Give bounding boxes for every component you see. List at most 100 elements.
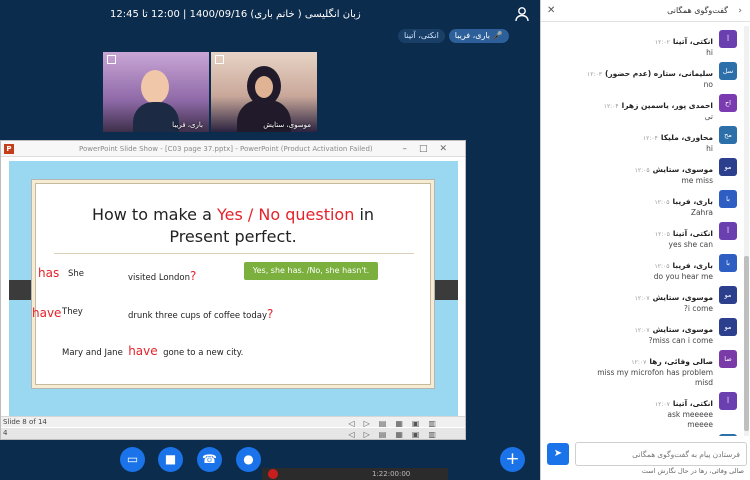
avatar: مو — [719, 158, 737, 176]
avatar: آ — [719, 222, 737, 240]
message-time: ۱۲:۰۷ — [631, 359, 647, 366]
chat-header: ✕ گفت‌وگوی همگانی › — [541, 0, 750, 22]
avatar: آ — [719, 392, 737, 410]
message-text: hi — [706, 48, 713, 57]
chat-message: مح محاوری، ملیکا۱۲:۰۴ hi — [541, 122, 741, 154]
microphone-icon[interactable]: ● — [236, 447, 261, 472]
message-time: ۱۲:۰۴ — [642, 135, 658, 142]
speaker-chip: 🎤 باری، فریبا — [448, 29, 509, 43]
message-text: miss my microfon has problem misd — [597, 368, 713, 387]
avatar: مو — [719, 434, 737, 436]
message-time: ۱۲:۰۵ — [654, 231, 670, 238]
plus-icon[interactable]: + — [500, 447, 525, 472]
avatar: مح — [719, 126, 737, 144]
webcam-strip: باری، فریبا موسوی، ستایش — [103, 52, 317, 132]
message-time: ۱۲:۰۲ — [654, 39, 670, 46]
message-author: احمدی پور، یاسمین زهرا — [621, 101, 713, 110]
camera-icon[interactable]: ■ — [158, 447, 183, 472]
powerpoint-statusbar-2: 4 ◁▷▤▦▣▥ — [1, 428, 465, 439]
close-icon[interactable]: ✕ — [547, 0, 555, 22]
record-icon[interactable] — [268, 469, 278, 479]
example-1-rest: visited London? — [128, 269, 197, 283]
message-text: me miss — [681, 176, 713, 185]
message-time: ۱۲:۰۷ — [654, 401, 670, 408]
webcam-name: باری، فریبا — [172, 121, 203, 129]
chat-scrollbar[interactable] — [744, 26, 749, 436]
session-title: زبان انگلیسی ( خانم باری) 1400/09/16 | 1… — [110, 9, 361, 20]
slide-divider — [54, 253, 414, 254]
message-text: hi — [706, 144, 713, 153]
slide-background: How to make a Yes / No question in Prese… — [9, 161, 458, 416]
message-author: موسوی، ستایش — [652, 325, 713, 334]
message-text: تی — [704, 112, 713, 121]
person-face — [141, 70, 169, 104]
message-time: ۱۲:۰۷ — [634, 295, 650, 302]
message-author: محاوری، ملیکا — [660, 133, 713, 142]
example-1-aux: has — [38, 266, 60, 280]
message-time: ۱۲:۰۳ — [587, 71, 602, 78]
message-author: موسوی، ستایش — [652, 293, 713, 302]
message-author: باری، فریبا — [672, 261, 713, 270]
chat-message: با باری، فریبا۱۲:۰۵ Zahra — [541, 186, 741, 218]
message-author: انکتی، آتینا — [672, 229, 713, 238]
avatar: مو — [719, 318, 737, 336]
example-2-aux: have — [32, 306, 62, 320]
expand-icon[interactable] — [215, 55, 224, 64]
message-text: do you hear me — [653, 272, 713, 281]
message-text: ?miss can i come — [648, 336, 713, 345]
chat-message: مو موسوی، ستایش۱۲:۰۷ ?i come — [541, 282, 741, 314]
message-author: سلیمانی، ستاره (عدم حضور) — [604, 69, 713, 78]
message-time: ۱۲:۰۵ — [654, 263, 670, 270]
chat-message: آ انکتی، آتینا۱۲:۰۷ ask meeeee meeee — [541, 388, 741, 430]
top-bar: زبان انگلیسی ( خانم باری) 1400/09/16 | 1… — [0, 0, 540, 30]
chat-message: مو موسوی، ستایش۱۲:۰۷ ?miss can i come — [541, 314, 741, 346]
webcam-video[interactable]: موسوی، ستایش — [211, 52, 317, 132]
webcam-name: موسوی، ستایش — [263, 121, 311, 129]
message-text: ?i come — [683, 304, 713, 313]
webcam-video[interactable]: باری، فریبا — [103, 52, 209, 132]
chat-message: سل سلیمانی، ستاره (عدم حضور)۱۲:۰۳ no — [541, 58, 741, 90]
message-time: ۱۲:۰۵ — [654, 199, 670, 206]
user-icon[interactable] — [514, 6, 530, 22]
chat-message: آ انکتی، آتینا۱۲:۰۵ yes she can — [541, 218, 741, 250]
message-author: صالی وفائی، رها — [649, 357, 713, 366]
expand-icon[interactable] — [107, 55, 116, 64]
message-time: ۱۲:۰۵ — [634, 167, 650, 174]
example-2-subject: They — [62, 307, 83, 317]
chat-message: آ انکتی، آتینا۱۲:۰۲ hi — [541, 26, 741, 58]
avatar: با — [719, 254, 737, 272]
message-author: انکتی، آتینا — [672, 399, 713, 408]
message-text: Zahra — [690, 208, 713, 217]
avatar: آ — [719, 30, 737, 48]
avatar: اح — [719, 94, 737, 112]
avatar: سل — [719, 62, 737, 80]
example-3: Mary and Jane have gone to a new city. — [62, 344, 244, 358]
send-icon[interactable]: ➤ — [547, 443, 569, 465]
chat-input[interactable] — [575, 442, 747, 466]
avatar: مو — [719, 286, 737, 304]
message-time: ۱۲:۰۴ — [603, 103, 619, 110]
chevron-right-icon[interactable]: › — [738, 0, 742, 22]
person-face — [255, 76, 273, 98]
screen-share-icon[interactable]: ▭ — [120, 447, 145, 472]
powerpoint-window[interactable]: P PowerPoint Slide Show - [C03 page 37.p… — [0, 140, 466, 440]
chat-message: با باری، فریبا۱۲:۰۵ do you hear me — [541, 250, 741, 282]
view-icons[interactable]: ◁▷▤▦▣▥ — [348, 429, 445, 440]
chat-message: موموسویان، هلنا سادات۱۲:۰۸meeeeee — [541, 430, 741, 436]
chat-message: اح احمدی پور، یاسمین زهرا۱۲:۰۴ تی — [541, 90, 741, 122]
message-author: انکتی، آتینا — [672, 37, 713, 46]
main-area: زبان انگلیسی ( خانم باری) 1400/09/16 | 1… — [0, 0, 540, 480]
phone-icon[interactable]: ☎ — [197, 447, 222, 472]
message-author: موسوی، ستایش — [652, 165, 713, 174]
speaker-chips: 🎤 باری، فریبا انکتی، آتینا — [398, 29, 509, 43]
chat-message: مو موسوی، ستایش۱۲:۰۵ me miss — [541, 154, 741, 186]
example-1-subject: She — [68, 269, 85, 279]
message-time: ۱۲:۰۷ — [634, 327, 650, 334]
example-2-rest: drunk three cups of coffee today? — [128, 307, 274, 321]
window-buttons[interactable]: –□✕ — [402, 141, 459, 157]
recording-bar: 1:22:00:00 — [262, 468, 448, 480]
chat-messages: آ انکتی، آتینا۱۲:۰۲ hi سل سلیمانی، ستاره (عد… — [541, 26, 741, 436]
typing-indicator: صالی وفائی، رها در حال نگارش است — [641, 467, 744, 475]
avatar: با — [719, 190, 737, 208]
chat-panel: ✕ گفت‌وگوی همگانی › آ انکتی، آتینا۱۲:۰۲ hi… — [540, 0, 750, 480]
